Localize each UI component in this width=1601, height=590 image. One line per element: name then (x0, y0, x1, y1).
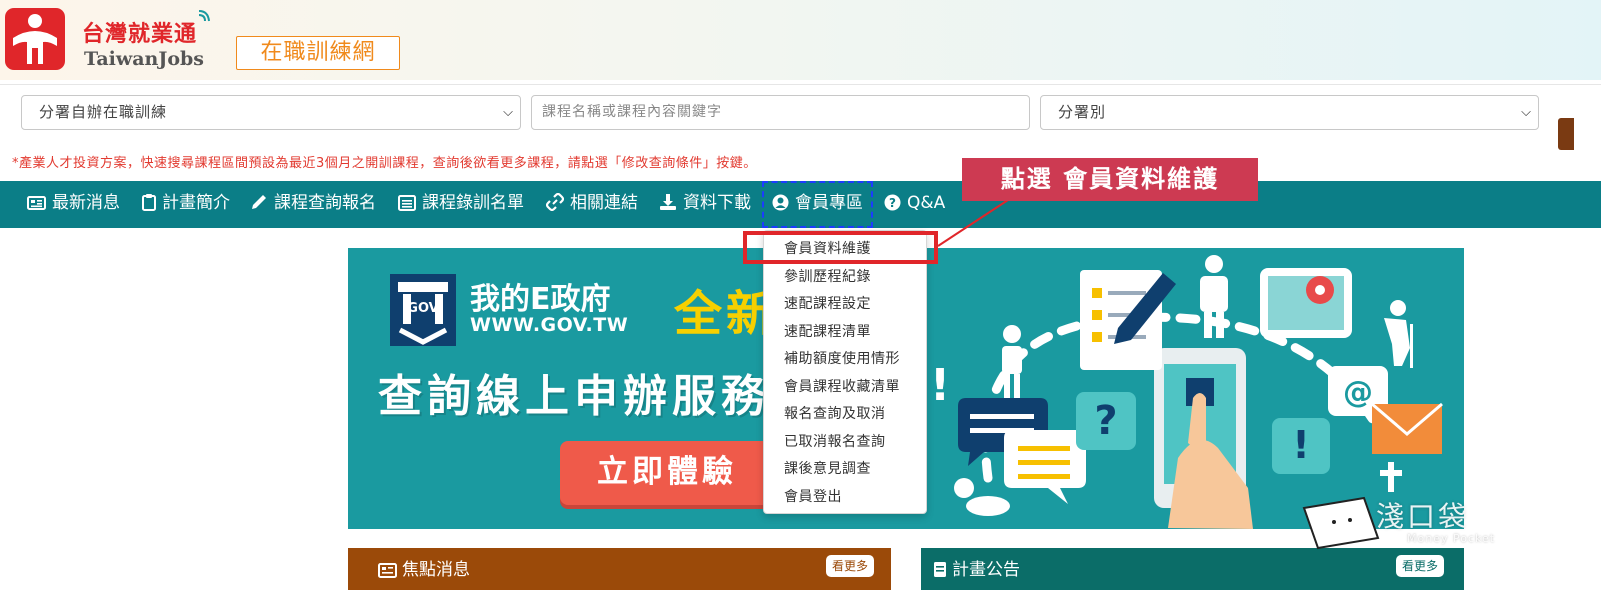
chevron-down-icon: ⌵ (503, 105, 514, 120)
taiwanjobs-logo-icon[interactable] (5, 8, 65, 70)
program-select[interactable]: 分署自辦在職訓練 ⌵ (21, 95, 521, 130)
member-dropdown-menu: 會員資料維護 參訓歷程紀錄 速配課程設定 速配課程清單 補助額度使用情形 會員課… (763, 230, 927, 514)
menu-item-registration-cancel[interactable]: 報名查詢及取消 (784, 403, 886, 423)
plan-panel: 計畫公告 看更多 (921, 548, 1464, 590)
user-circle-icon (772, 194, 789, 211)
try-now-button[interactable]: 立即體驗 (560, 441, 774, 505)
svg-text:?: ? (1094, 398, 1117, 444)
nav-label: 計畫簡介 (162, 193, 230, 213)
nav-label: 相關連結 (570, 193, 638, 213)
nav-label: 會員專區 (795, 193, 863, 213)
nav-item-member-area[interactable]: 會員專區 (762, 181, 873, 228)
nav-label: 資料下載 (683, 193, 751, 213)
news-more-button[interactable]: 看更多 (826, 555, 875, 577)
nav-label: Q&A (907, 193, 946, 213)
logo-text-chinese[interactable]: 台灣就業通 (82, 16, 197, 48)
chevron-down-icon: ⌵ (1521, 105, 1532, 120)
gov-url: WWW.GOV.TW (470, 314, 629, 336)
menu-item-logout[interactable]: 會員登出 (784, 486, 842, 506)
newspaper-icon (27, 196, 46, 210)
menu-item-course-survey[interactable]: 課後意見調查 (784, 458, 871, 478)
plan-panel-title: 計畫公告 (933, 555, 1020, 580)
svg-text:@: @ (1343, 375, 1373, 410)
nav-label: 課程查詢報名 (274, 193, 376, 213)
nav-item-course-search[interactable]: 課程查詢報名 (250, 181, 376, 228)
menu-item-favorites[interactable]: 會員課程收藏清單 (784, 376, 900, 396)
question-circle-icon: ? (884, 194, 901, 211)
nav-label: 最新消息 (52, 193, 120, 213)
menu-item-match-list[interactable]: 速配課程清單 (784, 321, 871, 341)
nav-item-qa[interactable]: ? Q&A (884, 181, 945, 228)
banner-exclamation: ! (930, 360, 951, 411)
menu-item-match-settings[interactable]: 速配課程設定 (784, 293, 871, 313)
branch-select[interactable]: 分署別 ⌵ (1040, 95, 1539, 130)
gov-name: 我的E政府 (470, 282, 611, 317)
menu-item-subsidy-usage[interactable]: 補助額度使用情形 (784, 348, 900, 368)
nav-item-plan-intro[interactable]: 計畫簡介 (142, 181, 230, 228)
plan-panel-label: 計畫公告 (952, 560, 1020, 580)
nav-item-downloads[interactable]: 資料下載 (659, 181, 751, 228)
banner-headline: 查詢線上申辦服務 (378, 371, 770, 422)
highlight-box (743, 231, 938, 264)
main-nav: 最新消息 計畫簡介 課程查詢報名 課程錄訓名單 相關連結 資料下載 會員專區 ?… (0, 181, 1601, 228)
nav-item-links[interactable]: 相關連結 (545, 181, 638, 228)
search-notice: *產業人才投資方案，快速搜尋課程區間預設為最近3個月之開訓課程，查詢後欲看更多課… (12, 156, 757, 171)
list-icon (398, 195, 416, 211)
program-select-value: 分署自辦在職訓練 (39, 103, 168, 121)
pocket-mascot-icon (1302, 496, 1380, 550)
gov-logo-label: GOV (407, 301, 438, 316)
clipboard-icon (142, 194, 156, 211)
logo-text-english[interactable]: TaiwanJobs (84, 48, 204, 70)
news-panel-title: 焦點消息 (378, 555, 470, 580)
nav-label: 課程錄訓名單 (422, 193, 524, 213)
watermark-text: 淺口袋 (1376, 500, 1470, 533)
nav-item-news[interactable]: 最新消息 (27, 181, 120, 228)
news-panel-label: 焦點消息 (402, 560, 470, 580)
keyword-input-placeholder: 課程名稱或課程內容關鍵字 (542, 104, 722, 120)
svg-text:!: ! (1292, 423, 1309, 467)
nav-item-admission-list[interactable]: 課程錄訓名單 (398, 181, 524, 228)
plan-more-button[interactable]: 看更多 (1396, 555, 1445, 577)
document-icon (934, 562, 946, 577)
keyword-input[interactable]: 課程名稱或課程內容關鍵字 (531, 95, 1030, 130)
newspaper-icon (378, 563, 397, 578)
link-icon (545, 192, 565, 212)
menu-item-cancelled-registrations[interactable]: 已取消報名查詢 (784, 431, 886, 451)
site-header: 台灣就業通 TaiwanJobs 在職訓練網 (0, 0, 1601, 80)
watermark-subtext: Money Pocket (1407, 532, 1496, 545)
pencil-icon (252, 195, 266, 209)
signal-icon (198, 10, 210, 22)
site-badge[interactable]: 在職訓練網 (236, 36, 400, 70)
branch-select-value: 分署別 (1058, 103, 1107, 121)
svg-text:?: ? (889, 196, 896, 210)
news-panel: 焦點消息 看更多 (348, 548, 891, 590)
download-icon (660, 194, 676, 210)
search-button[interactable] (1558, 118, 1574, 150)
menu-item-training-history[interactable]: 參訓歷程紀錄 (784, 266, 871, 286)
callout-label: 點選 會員資料維護 (962, 158, 1258, 201)
